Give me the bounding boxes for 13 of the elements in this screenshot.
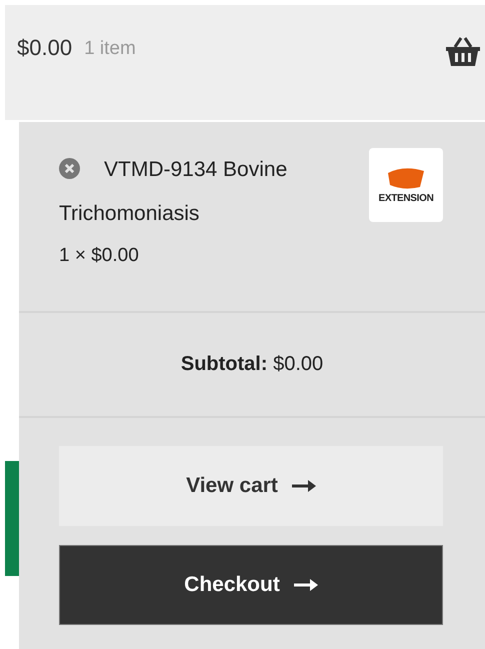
subtotal: Subtotal: $0.00 bbox=[180, 353, 324, 376]
arrow-icon bbox=[294, 578, 318, 592]
cart-total: $0.00 bbox=[17, 35, 72, 61]
arrow-icon bbox=[292, 479, 316, 493]
quantity-price: 1 × $0.00 bbox=[59, 244, 140, 268]
remove-icon[interactable] bbox=[59, 158, 80, 179]
cart-header[interactable]: $0.00 1 item bbox=[5, 5, 485, 120]
view-cart-button[interactable]: View cart bbox=[59, 446, 443, 526]
item-count: 1 item bbox=[84, 38, 136, 60]
checkout-button[interactable]: Checkout bbox=[59, 545, 443, 625]
logo-text: EXTENSION bbox=[378, 192, 434, 204]
product-title[interactable]: VTMD-9134 Bovine Trichomoniasis bbox=[59, 148, 369, 236]
basket-icon bbox=[445, 35, 481, 67]
